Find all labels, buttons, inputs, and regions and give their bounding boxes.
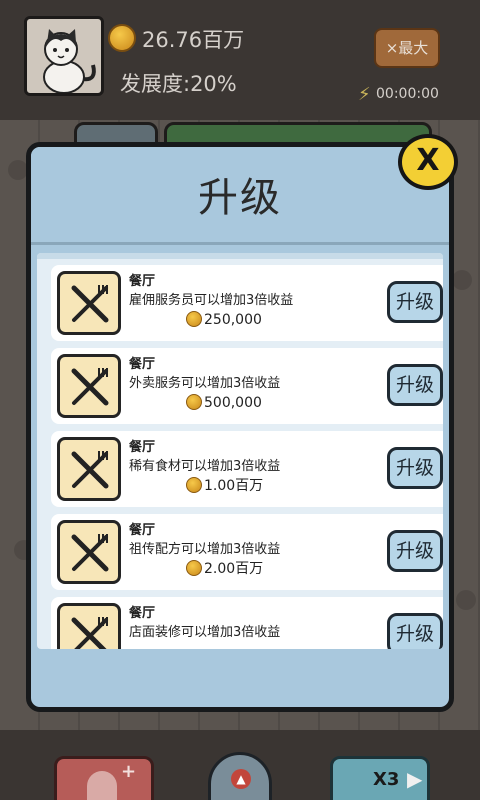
person-icon xyxy=(87,771,117,800)
upgrade-dialog: 升级 餐厅 雇佣服务员可以增加3倍收益 250,000 升级 餐厅 外卖服务可以… xyxy=(26,142,454,712)
cat-avatar[interactable] xyxy=(24,16,104,96)
max-button[interactable]: ×最大 xyxy=(374,28,440,68)
boost-timer: 00:00:00 xyxy=(376,86,439,102)
hire-staff-button[interactable]: + xyxy=(54,756,154,800)
cat-icon xyxy=(43,29,96,93)
fork-knife-icon xyxy=(57,271,121,335)
upgrade-row: 餐厅 外卖服务可以增加3倍收益 500,000 升级 xyxy=(51,348,443,424)
row-cost: 250,000 xyxy=(204,312,262,328)
lightning-icon: ⚡ xyxy=(358,84,371,105)
paw-print-decoration xyxy=(452,270,472,290)
coin-icon xyxy=(108,24,136,52)
fork-knife-icon xyxy=(57,603,121,649)
development-progress: 发展度:20% xyxy=(120,72,237,96)
paw-print-decoration xyxy=(8,160,28,180)
upgrade-row: 餐厅 店面装修可以增加3倍收益 升级 xyxy=(51,597,443,649)
fork-knife-icon xyxy=(57,354,121,418)
coin-icon xyxy=(186,311,202,327)
upgrade-button[interactable]: 升级 xyxy=(387,530,443,572)
fork-knife-icon xyxy=(57,520,121,584)
paw-print-decoration xyxy=(456,590,476,610)
row-category: 餐厅 xyxy=(129,440,156,455)
upgrade-button[interactable]: 升级 xyxy=(387,447,443,489)
upgrade-button[interactable]: 升级 xyxy=(387,281,443,323)
upgrade-row: 餐厅 稀有食材可以增加3倍收益 1.00百万 升级 xyxy=(51,431,443,507)
row-description: 祖传配方可以增加3倍收益 xyxy=(129,542,281,557)
speed-x3-button[interactable]: X3 ▶ xyxy=(330,756,430,800)
upgrade-row: 餐厅 祖传配方可以增加3倍收益 2.00百万 升级 xyxy=(51,514,443,590)
dialog-title: 升级 xyxy=(198,175,282,221)
row-cost: 2.00百万 xyxy=(204,561,264,577)
row-description: 稀有食材可以增加3倍收益 xyxy=(129,459,281,474)
arrow-up-icon: ▲ xyxy=(231,769,251,789)
coin-icon xyxy=(186,560,202,576)
play-icon: ▶ xyxy=(407,767,423,791)
speed-label: X3 xyxy=(373,769,400,790)
row-description: 雇佣服务员可以增加3倍收益 xyxy=(129,293,294,308)
coin-icon xyxy=(186,394,202,410)
fork-knife-icon xyxy=(57,437,121,501)
row-category: 餐厅 xyxy=(129,606,156,621)
row-description: 店面装修可以增加3倍收益 xyxy=(129,625,281,640)
upgrade-list[interactable]: 餐厅 雇佣服务员可以增加3倍收益 250,000 升级 餐厅 外卖服务可以增加3… xyxy=(37,253,443,649)
money-amount: 26.76百万 xyxy=(142,28,245,52)
row-category: 餐厅 xyxy=(129,274,156,289)
upgrade-button[interactable]: 升级 xyxy=(387,613,443,649)
row-cost: 500,000 xyxy=(204,395,262,411)
close-button[interactable]: X xyxy=(398,134,458,190)
dialog-header: 升级 xyxy=(31,147,449,245)
row-description: 外卖服务可以增加3倍收益 xyxy=(129,376,281,391)
upgrade-button[interactable]: 升级 xyxy=(387,364,443,406)
list-divider xyxy=(37,253,443,259)
coin-icon xyxy=(186,477,202,493)
plus-icon: + xyxy=(121,761,137,782)
row-cost: 1.00百万 xyxy=(204,478,264,494)
row-category: 餐厅 xyxy=(129,523,156,538)
upgrade-row: 餐厅 雇佣服务员可以增加3倍收益 250,000 升级 xyxy=(51,265,443,341)
row-category: 餐厅 xyxy=(129,357,156,372)
